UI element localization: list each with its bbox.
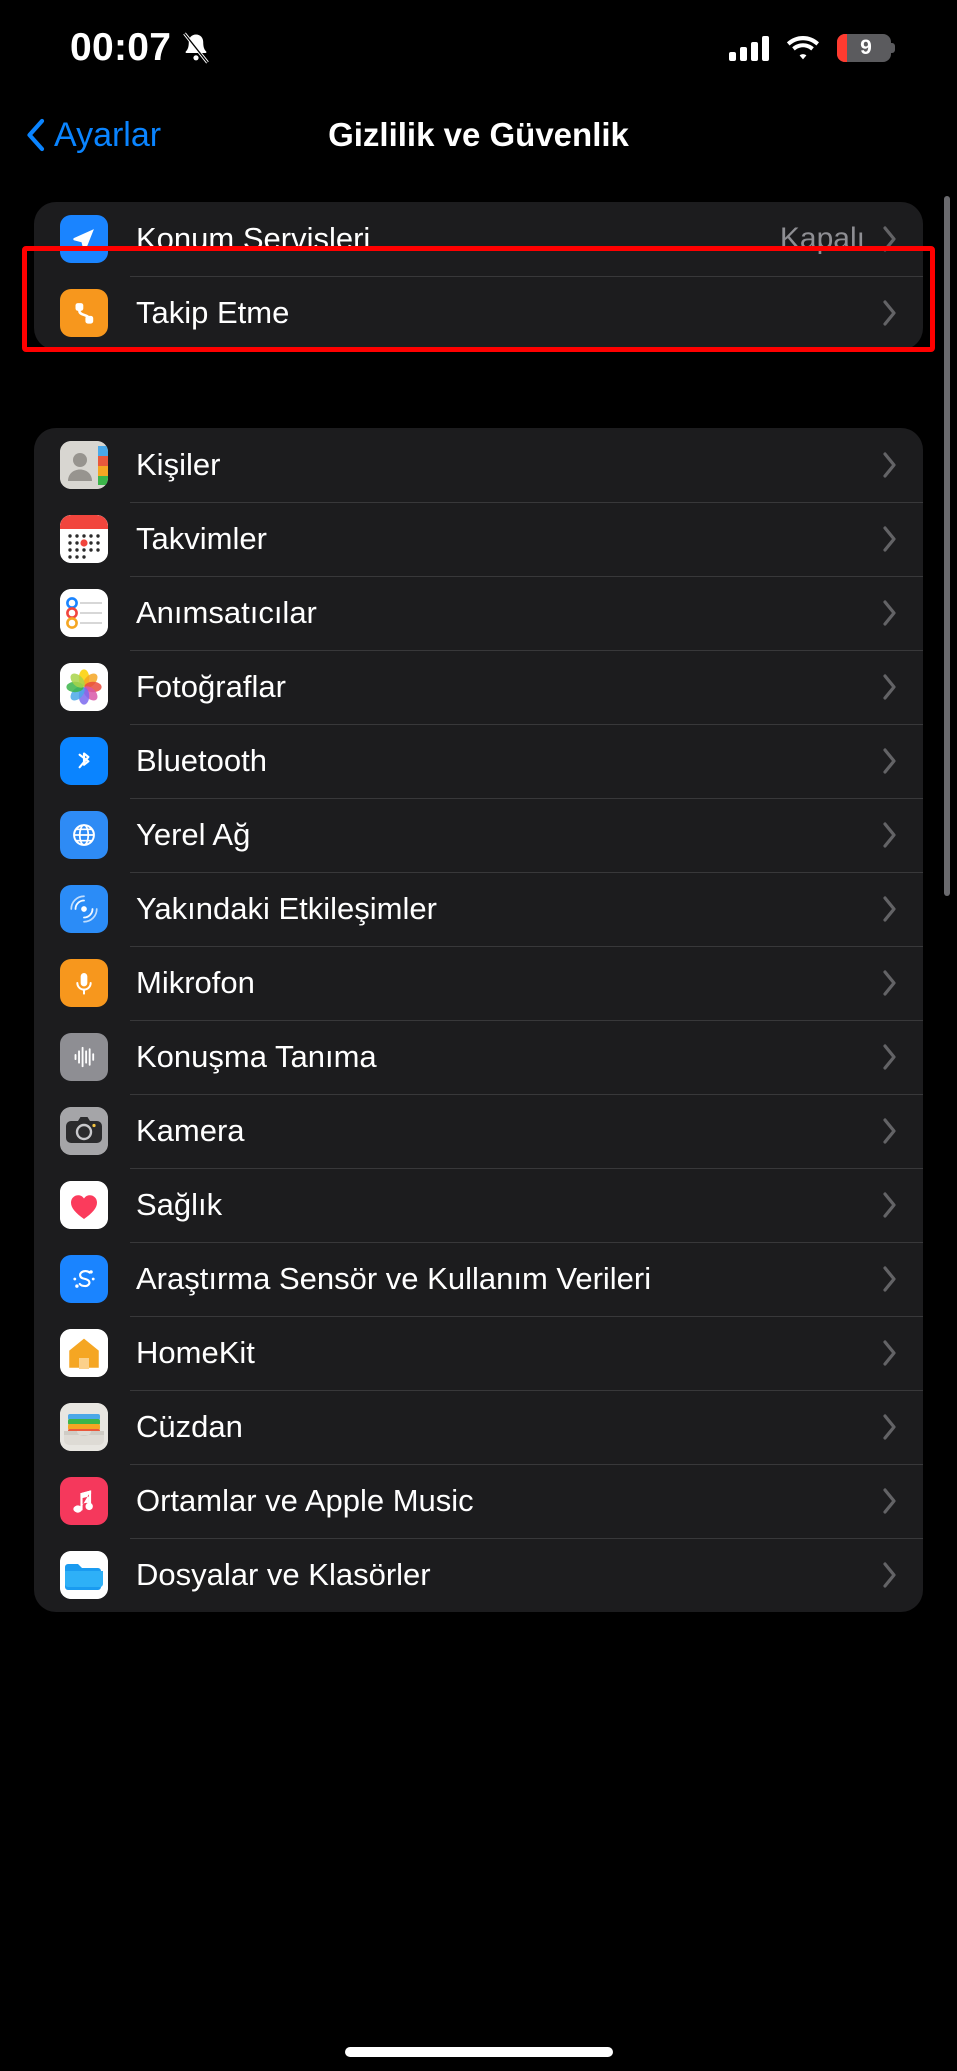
battery-indicator: 9: [837, 34, 895, 62]
status-bar-left: 00:07: [70, 26, 211, 70]
location-arrow-icon: [60, 215, 108, 263]
settings-row-label: Yerel Ağ: [136, 817, 251, 852]
contacts-icon: [60, 441, 108, 489]
music-note-icon: [60, 1477, 108, 1525]
settings-row-label: Dosyalar ve Klasörler: [136, 1557, 431, 1592]
health-heart-icon: [60, 1181, 108, 1229]
chevron-right-icon: [883, 896, 897, 922]
files-folder-icon: [60, 1551, 108, 1599]
photos-icon: [60, 663, 108, 711]
settings-row-label: Kamera: [136, 1113, 245, 1148]
bluetooth-icon: [60, 737, 108, 785]
wifi-icon: [786, 35, 820, 61]
settings-row[interactable]: Kamera: [34, 1094, 923, 1168]
settings-row[interactable]: Ortamlar ve Apple Music: [34, 1464, 923, 1538]
settings-row-label: Bluetooth: [136, 743, 267, 778]
wallet-icon: [60, 1403, 108, 1451]
settings-row-label: Araştırma Sensör ve Kullanım Verileri: [136, 1261, 652, 1296]
settings-row-value: Kapalı: [779, 222, 865, 255]
settings-row[interactable]: Konuşma Tanıma: [34, 1020, 923, 1094]
settings-row-label: Konum Servisleri: [136, 221, 371, 256]
chevron-right-icon: [883, 1562, 897, 1588]
settings-row[interactable]: Mikrofon: [34, 946, 923, 1020]
chevron-right-icon: [883, 1266, 897, 1292]
nearby-interactions-icon: [60, 885, 108, 933]
clock-time: 00:07: [70, 26, 172, 69]
page-title: Gizlilik ve Güvenlik: [328, 116, 629, 153]
research-sensor-icon: [60, 1255, 108, 1303]
tracking-icon: [60, 289, 108, 337]
chevron-right-icon: [883, 1414, 897, 1440]
scrollbar-thumb[interactable]: [944, 196, 950, 896]
chevron-right-icon: [883, 226, 897, 252]
settings-row[interactable]: Takvimler: [34, 502, 923, 576]
camera-icon: [60, 1107, 108, 1155]
settings-row[interactable]: Anımsatıcılar: [34, 576, 923, 650]
chevron-right-icon: [883, 822, 897, 848]
settings-row-label: Fotoğraflar: [136, 669, 286, 704]
settings-row[interactable]: Bluetooth: [34, 724, 923, 798]
settings-row[interactable]: HomeKit: [34, 1316, 923, 1390]
reminders-icon: [60, 589, 108, 637]
microphone-icon: [60, 959, 108, 1007]
homekit-house-icon: [60, 1329, 108, 1377]
chevron-right-icon: [883, 748, 897, 774]
settings-row[interactable]: Yakındaki Etkileşimler: [34, 872, 923, 946]
settings-row[interactable]: Sağlık: [34, 1168, 923, 1242]
settings-row[interactable]: Yerel Ağ: [34, 798, 923, 872]
settings-row-label: Kişiler: [136, 447, 221, 482]
settings-row-label: HomeKit: [136, 1335, 255, 1370]
chevron-right-icon: [883, 1118, 897, 1144]
settings-row-label: Mikrofon: [136, 965, 255, 1000]
settings-row[interactable]: Kişiler: [34, 428, 923, 502]
chevron-right-icon: [883, 1340, 897, 1366]
status-bar-right: 9: [729, 34, 895, 62]
battery-percent-label: 9: [860, 36, 872, 59]
navigation-bar: Ayarlar Gizlilik ve Güvenlik: [0, 96, 957, 174]
settings-row-label: Ortamlar ve Apple Music: [136, 1483, 474, 1518]
local-network-globe-icon: [60, 811, 108, 859]
status-bar: 00:07 9: [0, 0, 957, 96]
settings-row-label: Cüzdan: [136, 1409, 243, 1444]
chevron-right-icon: [883, 1192, 897, 1218]
settings-row-label: Yakındaki Etkileşimler: [136, 891, 437, 926]
speech-recognition-icon: [60, 1033, 108, 1081]
settings-row[interactable]: Dosyalar ve Klasörler: [34, 1538, 923, 1612]
chevron-right-icon: [883, 970, 897, 996]
cellular-signal-icon: [729, 35, 769, 61]
settings-scroll-view[interactable]: Konum Servisleri Kapalı Takip Etme Kişiler…: [0, 174, 957, 2071]
calendar-icon: [60, 515, 108, 563]
chevron-right-icon: [883, 452, 897, 478]
settings-row-label: Konuşma Tanıma: [136, 1039, 377, 1074]
chevron-right-icon: [883, 526, 897, 552]
settings-row-label: Takvimler: [136, 521, 267, 556]
settings-row[interactable]: Fotoğraflar: [34, 650, 923, 724]
location-group: Konum Servisleri Kapalı Takip Etme: [34, 202, 923, 350]
chevron-right-icon: [883, 1488, 897, 1514]
settings-row[interactable]: Takip Etme: [34, 276, 923, 350]
settings-row[interactable]: Cüzdan: [34, 1390, 923, 1464]
iphone-screen: 00:07 9 Ayarlar Gizlilik ve Güvenlik Kon…: [0, 0, 957, 2071]
bell-slash-icon: [181, 31, 211, 65]
settings-row-label: Takip Etme: [136, 295, 290, 330]
app-permissions-group: Kişiler Takvimler Anımsatıcılar Fotoğraflar…: [34, 428, 923, 1612]
home-indicator[interactable]: [344, 2047, 613, 2057]
chevron-right-icon: [883, 1044, 897, 1070]
settings-row-label: Anımsatıcılar: [136, 595, 317, 630]
settings-row[interactable]: Konum Servisleri Kapalı: [34, 202, 923, 276]
chevron-right-icon: [883, 600, 897, 626]
chevron-right-icon: [883, 300, 897, 326]
settings-row-label: Sağlık: [136, 1187, 223, 1222]
settings-row[interactable]: Araştırma Sensör ve Kullanım Verileri: [34, 1242, 923, 1316]
chevron-right-icon: [883, 674, 897, 700]
